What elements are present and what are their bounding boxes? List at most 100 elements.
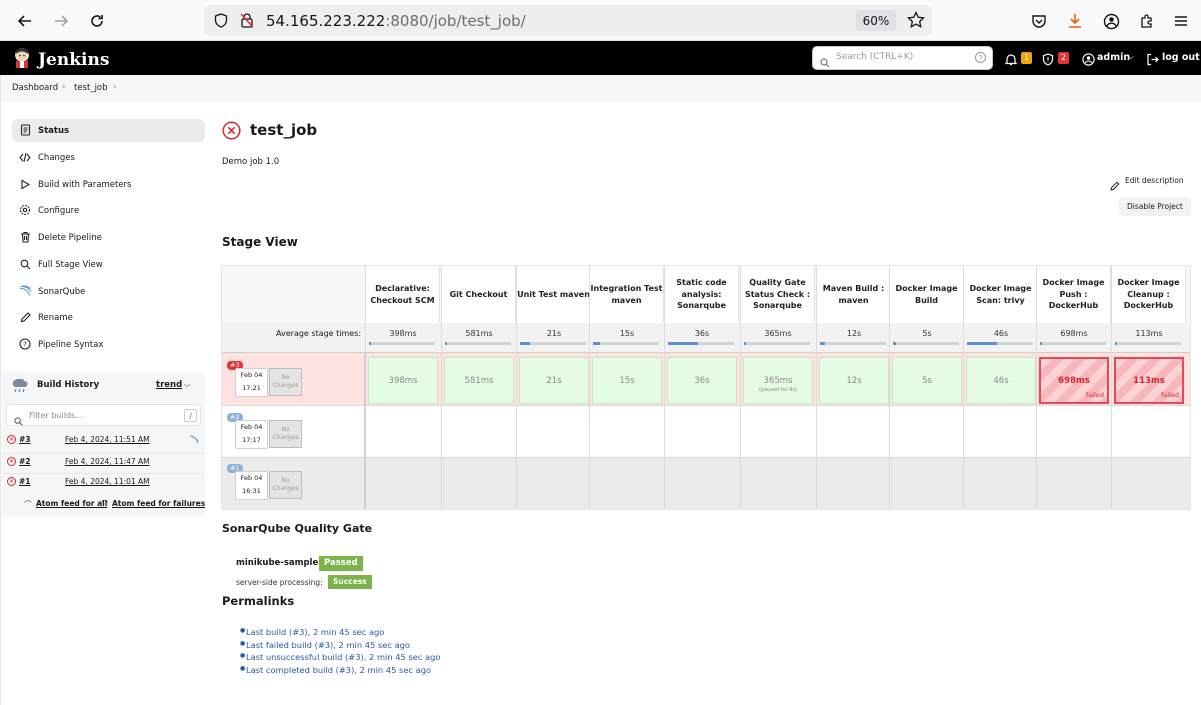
permalinks-title: Permalinks xyxy=(222,594,295,608)
stage-cell-success[interactable]: 581ms xyxy=(444,357,514,404)
stage-failed-label: failed xyxy=(1160,391,1179,399)
stage-cell-success[interactable]: 5s xyxy=(892,357,962,404)
sidebar-item-rename[interactable]: Rename xyxy=(12,306,205,329)
permalink-last-completed[interactable]: Last completed build (#3), 2 min 45 sec … xyxy=(246,665,431,675)
stage-average-bar xyxy=(1115,342,1181,345)
stage-average-time: 46s xyxy=(993,329,1009,338)
stage-cell-time: 113ms xyxy=(1133,375,1165,386)
menu-icon[interactable] xyxy=(1170,10,1192,32)
permalink-last-build[interactable]: Last build (#3), 2 min 45 sec ago xyxy=(246,627,384,637)
processing-status-badge: Success xyxy=(328,575,372,589)
build-number-link[interactable]: #3 xyxy=(19,435,31,444)
breadcrumb-separator-icon: › xyxy=(62,82,66,92)
downloads-icon[interactable] xyxy=(1064,10,1086,32)
breadcrumb-dashboard[interactable]: Dashboard xyxy=(12,83,58,93)
stage-header: Declarative: Checkout SCM xyxy=(366,266,440,323)
stage-average-bar-fill xyxy=(593,342,600,345)
filter-builds-input[interactable]: Filter builds... / xyxy=(6,404,201,426)
stage-cell-success[interactable]: 15s xyxy=(592,357,662,404)
user-menu[interactable]: admin xyxy=(1097,52,1130,63)
build-date-link[interactable]: Feb 4, 2024, 11:47 AM xyxy=(65,457,150,466)
atom-feed-failures-link[interactable]: Atom feed for failures xyxy=(112,499,205,508)
stage-paused-note: (paused for 9s) xyxy=(758,387,797,393)
url-text[interactable]: 54.165.223.222:8080/job/test_job/ xyxy=(266,12,526,30)
stage-cell-success[interactable]: 12s xyxy=(819,357,889,404)
bell-icon[interactable] xyxy=(1004,51,1018,70)
stage-cell-time: 398ms xyxy=(388,375,418,386)
edit-description-link[interactable]: Edit description xyxy=(1125,176,1184,185)
stage-cell-success[interactable]: 398ms xyxy=(368,357,438,404)
chevron-down-icon[interactable]: ⌵ xyxy=(184,380,190,390)
stage-cell-failed[interactable]: 113ms failed xyxy=(1114,357,1184,404)
sidebar-item-full-stage-view[interactable]: Full Stage View xyxy=(12,253,205,276)
search-help-icon[interactable]: ? xyxy=(975,52,986,63)
build-number-link[interactable]: #2 xyxy=(19,457,31,466)
zoom-level[interactable]: 60% xyxy=(856,10,896,31)
jenkins-logo[interactable]: Jenkins xyxy=(12,47,109,73)
stage-average-bar xyxy=(820,342,886,345)
stage-cell-failed[interactable]: 698ms failed xyxy=(1039,357,1109,404)
sidebar-item-build-with-parameters[interactable]: Build with Parameters xyxy=(12,173,205,196)
stage-average-time: 365ms xyxy=(764,329,792,338)
reload-icon[interactable] xyxy=(86,10,108,32)
user-icon xyxy=(1082,51,1095,70)
stage-cell-success[interactable]: 36s xyxy=(667,357,737,404)
breadcrumb-job[interactable]: test_job xyxy=(74,83,108,93)
sidebar-item-pipeline-syntax[interactable]: ? Pipeline Syntax xyxy=(12,333,205,356)
stage-failed-label: failed xyxy=(1085,391,1104,399)
disable-project-button[interactable]: Disable Project xyxy=(1119,197,1191,216)
failed-status-icon: ✕ xyxy=(7,435,16,444)
row-divider xyxy=(222,457,1190,458)
permalink-last-unsuccessful[interactable]: Last unsuccessful build (#3), 2 min 45 s… xyxy=(246,652,440,662)
chevron-down-icon[interactable]: ⌵ xyxy=(1128,52,1134,62)
sidebar-item-label: Status xyxy=(38,125,70,136)
sidebar-item-changes[interactable]: Changes xyxy=(12,146,205,169)
sidebar-item-configure[interactable]: Configure xyxy=(12,199,205,222)
account-icon[interactable] xyxy=(1100,10,1122,32)
permalink-last-failed[interactable]: Last failed build (#3), 2 min 45 sec ago xyxy=(246,640,410,650)
shield-icon xyxy=(214,13,228,32)
trend-link[interactable]: trend xyxy=(156,380,182,390)
build-row[interactable]: ✕ #1 Feb 4, 2024, 11:01 AM xyxy=(6,476,201,494)
security-count[interactable]: 2 xyxy=(1058,52,1069,64)
trash-icon xyxy=(19,231,31,243)
stage-cell-time: 15s xyxy=(619,375,635,386)
bookmark-star-icon[interactable] xyxy=(907,10,925,33)
sidebar-item-status[interactable]: Status xyxy=(12,119,205,142)
sidebar-item-label: Rename xyxy=(38,312,73,323)
logout-link[interactable]: log out xyxy=(1162,52,1200,63)
failed-status-icon xyxy=(222,121,241,144)
build-date-link[interactable]: Feb 4, 2024, 11:51 AM xyxy=(65,435,150,444)
pocket-icon[interactable] xyxy=(1028,10,1050,32)
search-placeholder: Search (CTRL+K) xyxy=(836,52,914,62)
sonar-project-link[interactable]: minikube-sample xyxy=(236,558,318,568)
notification-count[interactable]: 1 xyxy=(1021,52,1032,64)
back-icon[interactable] xyxy=(14,10,36,32)
build-number-link[interactable]: #1 xyxy=(19,477,31,486)
forward-icon[interactable] xyxy=(50,10,72,32)
run-date-day: Feb 04 xyxy=(240,474,263,482)
atom-feed-all-link[interactable]: Atom feed for all xyxy=(36,499,107,508)
stage-average-bar-fill xyxy=(445,342,447,345)
insecure-lock-icon[interactable] xyxy=(240,13,254,32)
stage-cell-success[interactable]: 21s xyxy=(519,357,589,404)
extensions-icon[interactable] xyxy=(1136,10,1158,32)
stage-cell-success[interactable]: 365ms (paused for 9s) xyxy=(743,357,813,404)
search-input[interactable]: Search (CTRL+K) ? xyxy=(812,46,993,70)
stage-header: Git Checkout xyxy=(442,266,516,323)
security-shield-icon[interactable] xyxy=(1042,51,1054,70)
column-divider xyxy=(441,266,442,509)
stage-average-time: 581ms xyxy=(465,329,493,338)
address-bar[interactable]: 54.165.223.222:8080/job/test_job/ 60% xyxy=(204,5,932,36)
run-row-1 xyxy=(222,458,1190,509)
sidebar-item-sonarqube[interactable]: SonarQube xyxy=(12,280,205,303)
code-icon xyxy=(19,151,31,163)
sidebar-item-delete-pipeline[interactable]: Delete Pipeline xyxy=(12,226,205,249)
stage-average-bar xyxy=(1040,342,1106,345)
sonarqube-icon xyxy=(19,285,31,297)
build-date-link[interactable]: Feb 4, 2024, 11:01 AM xyxy=(65,477,150,486)
build-row[interactable]: ✕ #3 Feb 4, 2024, 11:51 AM xyxy=(6,434,201,452)
build-row[interactable]: ✕ #2 Feb 4, 2024, 11:47 AM xyxy=(6,456,201,474)
stage-cell-success[interactable]: 46s xyxy=(966,357,1036,404)
stage-average-time: 12s xyxy=(846,329,862,338)
